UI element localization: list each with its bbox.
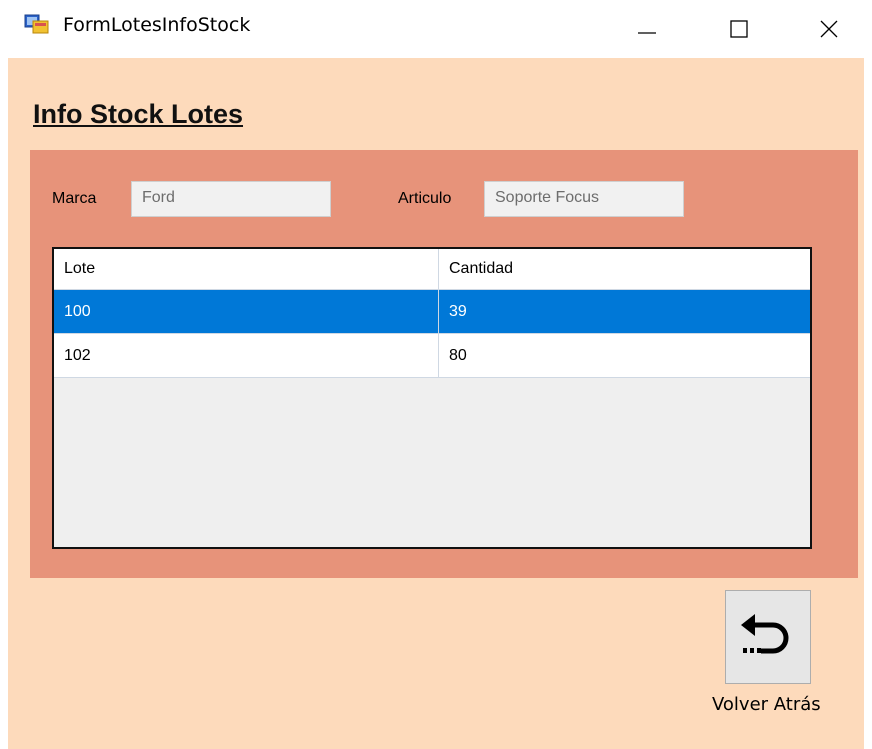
page-title: Info Stock Lotes [33,99,244,129]
marca-label: Marca [52,190,97,207]
window-title: FormLotesInfoStock [63,14,251,36]
table-row[interactable]: 102 80 [54,334,810,378]
articulo-field[interactable]: Soporte Focus [484,181,684,217]
lots-data-grid[interactable]: Lote Cantidad 100 39 102 80 [52,247,812,549]
minimize-button[interactable] [618,0,676,58]
app-form-icon [24,13,50,35]
maximize-icon [730,20,748,38]
maximize-button[interactable] [710,0,768,58]
table-row[interactable]: 100 39 [54,290,810,334]
column-header-lote[interactable]: Lote [54,249,439,289]
cell-cantidad[interactable]: 39 [439,290,810,333]
return-arrow-icon [741,614,789,654]
close-icon [820,20,838,38]
lot-info-panel: Marca Ford Articulo Soporte Focus Lote C… [30,150,858,578]
articulo-label: Articulo [398,190,452,207]
back-button-label: Volver Atrás [712,694,821,715]
cell-lote[interactable]: 100 [54,290,439,333]
cell-cantidad[interactable]: 80 [439,334,810,377]
back-button[interactable] [725,590,811,684]
title-bar: FormLotesInfoStock [0,0,872,58]
cell-lote[interactable]: 102 [54,334,439,377]
close-button[interactable] [800,0,858,58]
form-client-area: Info Stock Lotes Marca Ford Articulo Sop… [8,58,864,749]
minimize-icon [638,32,656,34]
marca-field[interactable]: Ford [131,181,331,217]
column-header-cantidad[interactable]: Cantidad [439,249,810,289]
grid-header: Lote Cantidad [54,249,810,290]
